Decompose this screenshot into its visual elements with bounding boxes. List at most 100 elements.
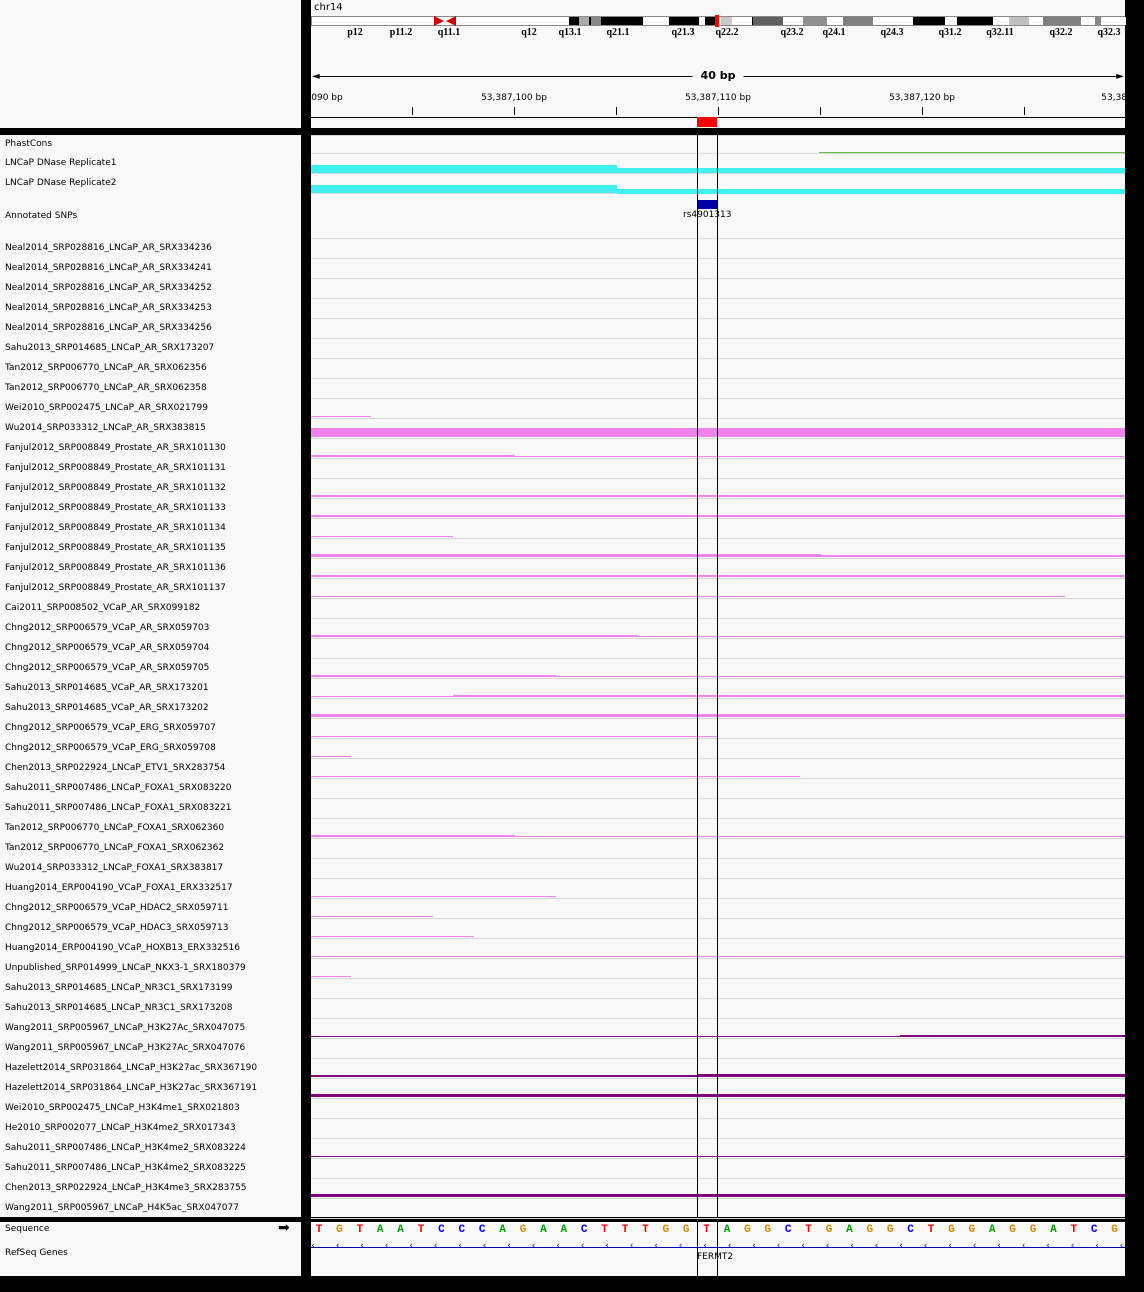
feature-name-panel[interactable]: Sequence ➡ RefSeq Genes (0, 1220, 301, 1276)
chromosome-ideogram[interactable] (311, 15, 1126, 27)
chip-track-name[interactable]: Cai2011_SRP008502_VCaP_AR_SRX099182 (5, 603, 200, 613)
chip-track-name[interactable]: Fanjul2012_SRP008849_Prostate_AR_SRX1011… (5, 543, 226, 553)
chip-track-name[interactable]: Chng2012_SRP006579_VCaP_AR_SRX059703 (5, 623, 209, 633)
row-separator (311, 1218, 1125, 1219)
track-signal (821, 555, 1125, 557)
chip-track-name[interactable]: Chng2012_SRP006579_VCaP_ERG_SRX059708 (5, 743, 216, 753)
sequence-base: G (1029, 1224, 1037, 1236)
chip-track-name[interactable]: Wang2011_SRP005967_LNCaP_H3K27Ac_SRX0470… (5, 1043, 245, 1053)
strand-arrow-icon: ‹ (678, 1241, 683, 1251)
chip-track-name[interactable]: Neal2014_SRP028816_LNCaP_AR_SRX334236 (5, 243, 212, 253)
chip-track-name[interactable]: Fanjul2012_SRP008849_Prostate_AR_SRX1011… (5, 583, 226, 593)
chip-track-name[interactable]: Unpublished_SRP014999_LNCaP_NKX3-1_SRX18… (5, 963, 246, 973)
row-separator (311, 1018, 1125, 1019)
chip-track-name[interactable]: Sahu2013_SRP014685_LNCaP_NR3C1_SRX173199 (5, 983, 232, 993)
snp-feature[interactable] (697, 200, 717, 209)
track-name-dnase-2[interactable]: LNCaP DNase Replicate2 (5, 178, 116, 188)
ruler-tick (1024, 107, 1025, 115)
strand-arrow-icon: ‹ (1070, 1241, 1075, 1251)
chip-track-name[interactable]: Wang2011_SRP005967_LNCaP_H3K27Ac_SRX0470… (5, 1023, 245, 1033)
chip-track-name[interactable]: Sahu2013_SRP014685_LNCaP_NR3C1_SRX173208 (5, 1003, 232, 1013)
gene-label[interactable]: FERMT2 (697, 1252, 733, 1262)
chip-track-name[interactable]: Wang2011_SRP005967_LNCaP_H4K5ac_SRX04707… (5, 1203, 239, 1213)
chip-track-name[interactable]: Tan2012_SRP006770_LNCaP_AR_SRX062356 (5, 363, 207, 373)
track-signal (697, 1074, 1125, 1077)
chip-track-name[interactable]: Wu2014_SRP033312_LNCaP_AR_SRX383815 (5, 423, 206, 433)
chip-track-name[interactable]: Fanjul2012_SRP008849_Prostate_AR_SRX1011… (5, 563, 226, 573)
track-name-panel[interactable]: PhastCons LNCaP DNase Replicate1 LNCaP D… (0, 135, 301, 1217)
chip-track-name[interactable]: Sahu2011_SRP007486_LNCaP_H3K4me2_SRX0832… (5, 1163, 246, 1173)
chip-track-name[interactable]: Chng2012_SRP006579_VCaP_AR_SRX059705 (5, 663, 209, 673)
row-separator (311, 135, 1125, 136)
strand-arrow-icon: ‹ (752, 1241, 756, 1251)
track-signal (311, 596, 597, 597)
chip-track-name[interactable]: Huang2014_ERP004190_VCaP_HOXB13_ERX33251… (5, 943, 240, 953)
chip-track-name[interactable]: Tan2012_SRP006770_LNCaP_AR_SRX062358 (5, 383, 207, 393)
feature-data-panel[interactable]: TGTAATCCCAGAACTTTGGTAGGCTGAGGCTGGAGGATCG… (311, 1222, 1125, 1276)
chip-track-name[interactable]: Fanjul2012_SRP008849_Prostate_AR_SRX1011… (5, 443, 226, 453)
chip-track-name[interactable]: Neal2014_SRP028816_LNCaP_AR_SRX334253 (5, 303, 212, 313)
sequence-base: G (519, 1224, 527, 1236)
track-signal (311, 976, 351, 977)
strand-arrow-icon: ‹ (972, 1241, 977, 1251)
sequence-base: C (580, 1224, 588, 1236)
chip-track-name[interactable]: Sahu2011_SRP007486_LNCaP_FOXA1_SRX083220 (5, 783, 232, 793)
chip-track-name[interactable]: Sahu2013_SRP014685_LNCaP_AR_SRX173207 (5, 343, 214, 353)
chip-track-name[interactable]: Fanjul2012_SRP008849_Prostate_AR_SRX1011… (5, 483, 226, 493)
chip-track-name[interactable]: Wu2014_SRP033312_LNCaP_FOXA1_SRX383817 (5, 863, 223, 873)
chip-track-name[interactable]: Chng2012_SRP006579_VCaP_HDAC2_SRX059711 (5, 903, 228, 913)
chip-track-name[interactable]: Neal2014_SRP028816_LNCaP_AR_SRX334252 (5, 283, 212, 293)
row-separator (311, 638, 1125, 639)
ruler-panel[interactable]: chr14 p12 p11.2 q11.1 q12 q13.1 q21.1 q21.3 q22… (311, 0, 1133, 128)
chip-track-name[interactable]: He2010_SRP002077_LNCaP_H3K4me2_SRX017343 (5, 1123, 236, 1133)
chip-track-name[interactable]: Fanjul2012_SRP008849_Prostate_AR_SRX1011… (5, 523, 226, 533)
track-name-sequence[interactable]: Sequence (5, 1224, 49, 1234)
snp-position-marker (697, 117, 717, 127)
strand-arrow-icon: ‹ (801, 1241, 805, 1251)
chip-track-name[interactable]: Tan2012_SRP006770_LNCaP_FOXA1_SRX062360 (5, 823, 224, 833)
row-separator (311, 438, 1125, 439)
row-separator (311, 318, 1125, 319)
chip-track-name[interactable]: Hazelett2014_SRP031864_LNCaP_H3K27ac_SRX… (5, 1063, 257, 1073)
strand-arrow-icon: ‹ (580, 1241, 585, 1251)
dnase-1-signal-a (311, 165, 617, 173)
chip-track-name[interactable]: Hazelett2014_SRP031864_LNCaP_H3K27ac_SRX… (5, 1083, 257, 1093)
row-separator (311, 1118, 1125, 1119)
strand-arrow-icon: ‹ (409, 1241, 413, 1251)
row-separator (311, 398, 1125, 399)
chip-track-name[interactable]: Sahu2013_SRP014685_VCaP_AR_SRX173201 (5, 683, 209, 693)
chip-track-name[interactable]: Sahu2011_SRP007486_LNCaP_FOXA1_SRX083221 (5, 803, 232, 813)
centromere-icon (434, 16, 444, 26)
right-arrow-icon[interactable]: ➡ (278, 1220, 290, 1236)
chip-track-name[interactable]: Fanjul2012_SRP008849_Prostate_AR_SRX1011… (5, 503, 226, 513)
data-panel[interactable]: rs4901313 (311, 135, 1125, 1219)
chip-track-name[interactable]: Tan2012_SRP006770_LNCaP_FOXA1_SRX062362 (5, 843, 224, 853)
chip-track-name[interactable]: Huang2014_ERP004190_VCaP_FOXA1_ERX332517 (5, 883, 233, 893)
chromosome-label[interactable]: chr14 (314, 2, 343, 13)
track-name-phastcons[interactable]: PhastCons (5, 139, 52, 149)
strand-arrow-icon: ‹ (874, 1241, 879, 1251)
chip-track-name[interactable]: Neal2014_SRP028816_LNCaP_AR_SRX334241 (5, 263, 212, 273)
dnase-1-signal-b (617, 168, 1125, 173)
ideogram-band (957, 17, 993, 25)
track-name-dnase-1[interactable]: LNCaP DNase Replicate1 (5, 158, 116, 168)
ideogram-band (591, 17, 601, 25)
chip-track-name[interactable]: Sahu2011_SRP007486_LNCaP_H3K4me2_SRX0832… (5, 1143, 246, 1153)
track-signal (311, 495, 1125, 497)
chip-track-name[interactable]: Wei2010_SRP002475_LNCaP_H3K4me1_SRX02180… (5, 1103, 240, 1113)
chip-track-name[interactable]: Sahu2013_SRP014685_VCaP_AR_SRX173202 (5, 703, 209, 713)
track-name-refseq-genes[interactable]: RefSeq Genes (5, 1248, 68, 1258)
chip-track-name[interactable]: Chng2012_SRP006579_VCaP_AR_SRX059704 (5, 643, 209, 653)
band-label: q21.1 (606, 27, 630, 38)
chip-track-name[interactable]: Chng2012_SRP006579_VCaP_ERG_SRX059707 (5, 723, 216, 733)
track-name-annotated-snps[interactable]: Annotated SNPs (5, 211, 77, 221)
strand-arrow-icon: ‹ (311, 1241, 315, 1251)
chip-track-name[interactable]: Neal2014_SRP028816_LNCaP_AR_SRX334256 (5, 323, 212, 333)
chip-track-name[interactable]: Chen2013_SRP022924_LNCaP_H3K4me3_SRX2837… (5, 1183, 247, 1193)
header-name-panel (0, 0, 301, 128)
track-signal (900, 1035, 1125, 1037)
chip-track-name[interactable]: Chen2013_SRP022924_LNCaP_ETV1_SRX283754 (5, 763, 225, 773)
chip-track-name[interactable]: Wei2010_SRP002475_LNCaP_AR_SRX021799 (5, 403, 208, 413)
chip-track-name[interactable]: Fanjul2012_SRP008849_Prostate_AR_SRX1011… (5, 463, 226, 473)
chip-track-name[interactable]: Chng2012_SRP006579_VCaP_HDAC3_SRX059713 (5, 923, 228, 933)
